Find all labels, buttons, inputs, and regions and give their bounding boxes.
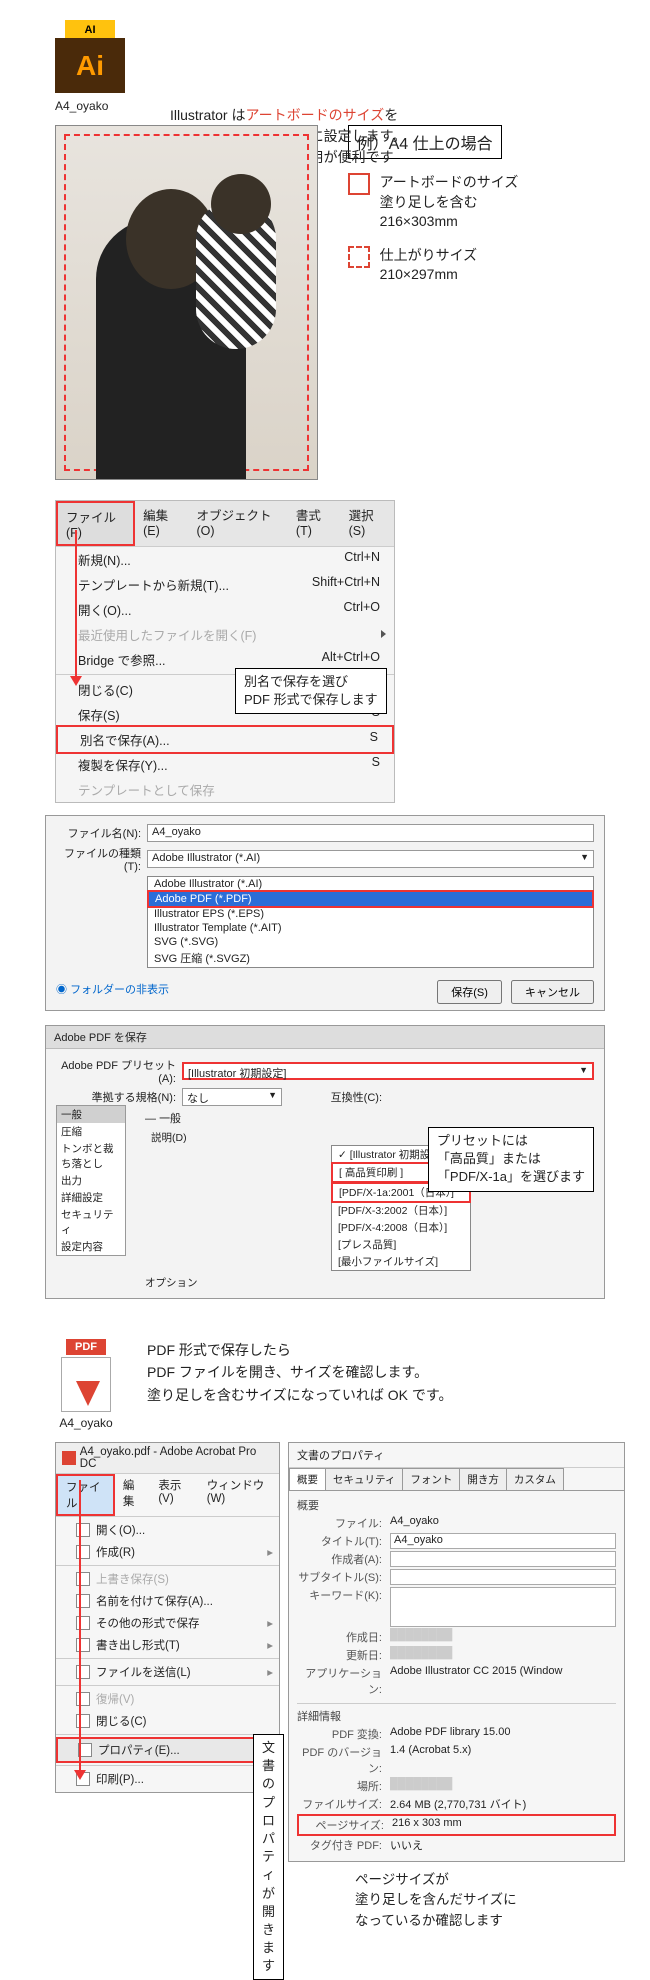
menu-item: テンプレートとして保存 <box>56 777 394 802</box>
menubar-item[interactable]: オブジェクト(O) <box>189 501 288 546</box>
acrobat-menu-item[interactable]: 名前を付けて保存(A)... <box>56 1590 279 1612</box>
illustrator-file-icon: AI Ai <box>55 20 125 95</box>
filetype-option[interactable]: Illustrator EPS (*.EPS) <box>148 907 593 921</box>
hide-folders-link[interactable]: ◉ フォルダーの非表示 <box>56 981 169 997</box>
menu-item[interactable]: 別名で保存(A)...S <box>56 725 394 754</box>
arrow-icon <box>75 530 77 678</box>
preset-callout: プリセットには「高品質」または「PDF/X-1a」を選びます <box>428 1127 594 1192</box>
preset-option[interactable]: [最小ファイルサイズ] <box>332 1253 470 1270</box>
pdf-instruction: PDF 形式で保存したらPDF ファイルを開き、サイズを確認します。塗り足しを含… <box>147 1339 453 1406</box>
page-size-row: ページサイズ:216 x 303 mm <box>297 1814 616 1836</box>
acrobat-menu-item[interactable]: 作成(R) <box>56 1541 279 1563</box>
pdf-side-item[interactable]: 出力 <box>57 1172 125 1189</box>
illustrator-file-menu: ファイル(F)編集(E)オブジェクト(O)書式(T)選択(S) 新規(N)...… <box>55 500 395 803</box>
filename-input[interactable]: A4_oyako <box>147 824 594 842</box>
filetype-option[interactable]: SVG (*.SVG) <box>148 935 593 949</box>
preset-option[interactable]: [PDF/X-3:2002（日本）] <box>332 1202 470 1219</box>
prop-tab[interactable]: セキュリティ <box>325 1468 403 1490</box>
filetype-dropdown[interactable]: Adobe Illustrator (*.AI) <box>147 850 594 868</box>
menu-item[interactable]: 開く(O)...Ctrl+O <box>56 597 394 622</box>
pdf-save-dialog: Adobe PDF を保存 Adobe PDF プリセット (A):[Illus… <box>45 1025 605 1299</box>
acrobat-menubar-item[interactable]: ファイル <box>56 1474 115 1516</box>
filetype-option[interactable]: Illustrator Template (*.AIT) <box>148 921 593 935</box>
acrobat-icon <box>62 1451 76 1465</box>
menu-item[interactable]: 新規(N)...Ctrl+N <box>56 547 394 572</box>
menubar-item[interactable]: 選択(S) <box>341 501 394 546</box>
acrobat-menu-item[interactable]: 閉じる(C) <box>56 1710 279 1732</box>
save-button[interactable]: 保存(S) <box>437 980 502 1004</box>
pdf-file-icon: PDF A4_oyako <box>55 1339 117 1430</box>
prop-tab[interactable]: カスタム <box>506 1468 564 1490</box>
prop-tab[interactable]: 概要 <box>289 1468 326 1490</box>
pdf-side-item[interactable]: 圧縮 <box>57 1123 125 1140</box>
properties-callout: 文書のプロパティが開きます <box>253 1734 284 1980</box>
menubar-item[interactable]: 編集(E) <box>135 501 188 546</box>
pdf-side-item[interactable]: 一般 <box>57 1106 125 1123</box>
cancel-button[interactable]: キャンセル <box>511 980 594 1004</box>
standard-dropdown[interactable]: なし <box>182 1088 282 1106</box>
filetype-option[interactable]: Adobe PDF (*.PDF) <box>147 890 594 908</box>
acrobat-menu-item: 上書き保存(S) <box>56 1568 279 1590</box>
arrow-icon <box>79 1480 81 1772</box>
preset-option[interactable]: [プレス品質] <box>332 1236 470 1253</box>
author-field[interactable] <box>390 1551 616 1567</box>
acrobat-menu-item[interactable]: 開く(O)... <box>56 1519 279 1541</box>
preset-option[interactable]: [PDF/X-4:2008（日本）] <box>332 1219 470 1236</box>
keywords-field[interactable] <box>390 1587 616 1627</box>
menu-item[interactable]: テンプレートから新規(T)...Shift+Ctrl+N <box>56 572 394 597</box>
save-as-dialog: ファイル名(N):A4_oyako ファイルの種類(T):Adobe Illus… <box>45 815 605 1011</box>
acrobat-menu-item: 復帰(V) <box>56 1688 279 1710</box>
acrobat-window: A4_oyako.pdf - Adobe Acrobat Pro DC ファイル… <box>55 1442 280 1793</box>
menubar-item[interactable]: 書式(T) <box>288 501 341 546</box>
artboard-preview <box>55 125 318 480</box>
saveas-callout: 別名で保存を選びPDF 形式で保存します <box>235 668 387 714</box>
menu-item: 最近使用したファイルを開く(F) <box>56 622 394 647</box>
acrobat-menubar-item[interactable]: ウィンドウ(W) <box>199 1474 279 1516</box>
filetype-list[interactable]: Adobe Illustrator (*.AI)Adobe PDF (*.PDF… <box>147 876 594 968</box>
pdf-side-item[interactable]: 設定内容 <box>57 1238 125 1255</box>
menubar-item[interactable]: ファイル(F) <box>56 501 135 546</box>
acrobat-menubar-item[interactable]: 表示(V) <box>150 1474 198 1516</box>
title-field[interactable]: A4_oyako <box>390 1533 616 1549</box>
acrobat-menubar-item[interactable]: 編集 <box>115 1474 150 1516</box>
acrobat-menu-item[interactable]: 書き出し形式(T) <box>56 1634 279 1656</box>
pdf-side-item[interactable]: トンボと裁ち落とし <box>57 1140 125 1172</box>
pdf-side-item[interactable]: セキュリティ <box>57 1206 125 1238</box>
final-note: ページサイズが塗り足しを含んだサイズになっているか確認します <box>355 1870 625 1931</box>
acrobat-menu-item[interactable]: ファイルを送信(L) <box>56 1661 279 1683</box>
trim-size-swatch <box>348 246 370 268</box>
prop-tab[interactable]: 開き方 <box>459 1468 507 1490</box>
filetype-option[interactable]: SVG 圧縮 (*.SVGZ) <box>148 949 593 967</box>
pdf-sidebar[interactable]: 一般圧縮トンボと裁ち落とし出力詳細設定セキュリティ設定内容 <box>56 1105 126 1256</box>
prop-tab[interactable]: フォント <box>402 1468 460 1490</box>
document-properties-dialog: 文書のプロパティ 概要セキュリティフォント開き方カスタム 概要 ファイル:A4_… <box>288 1442 625 1862</box>
acrobat-menu-item[interactable]: その他の形式で保存 <box>56 1612 279 1634</box>
subtitle-field[interactable] <box>390 1569 616 1585</box>
menu-item[interactable]: 複製を保存(Y)...S <box>56 752 394 777</box>
artboard-size-swatch <box>348 173 370 195</box>
filetype-option[interactable]: Adobe Illustrator (*.AI) <box>148 877 593 891</box>
pdf-side-item[interactable]: 詳細設定 <box>57 1189 125 1206</box>
pdf-preset-dropdown[interactable]: [Illustrator 初期設定] <box>182 1062 594 1080</box>
